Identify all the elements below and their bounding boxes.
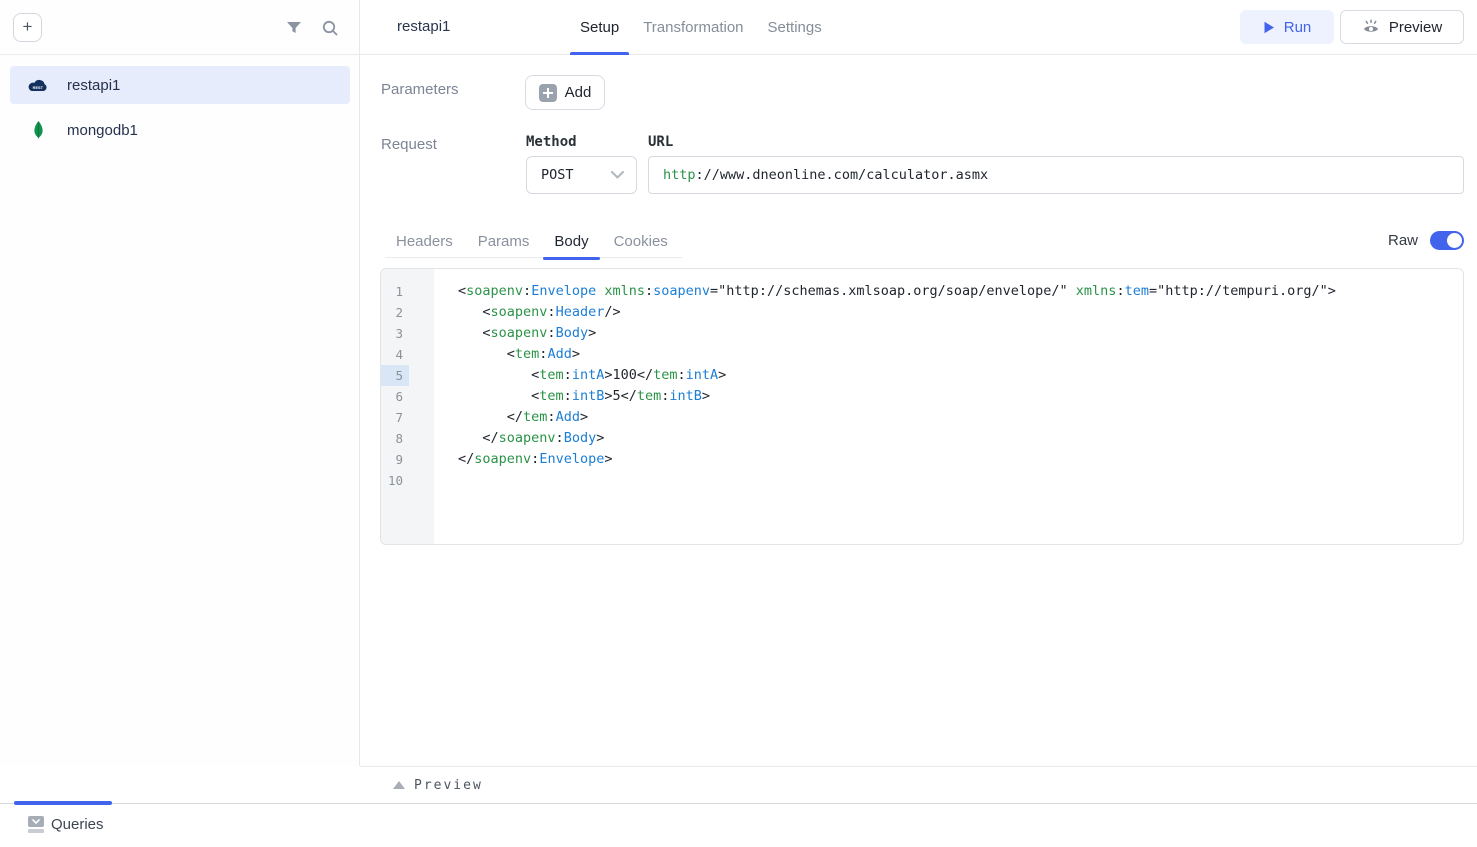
raw-label: Raw [1388, 232, 1418, 249]
toggle-knob [1447, 233, 1462, 248]
method-value: POST [541, 167, 611, 183]
request-label: Request [381, 136, 437, 153]
add-entity-button[interactable]: + [13, 13, 42, 42]
sidebar-item-label: restapi1 [67, 77, 120, 94]
sidebar: + REST restapi1 mongodb1 [0, 0, 360, 766]
line-number: 3 [381, 323, 409, 344]
line-number: 10 [381, 470, 409, 491]
sidebar-item-restapi1[interactable]: REST restapi1 [10, 66, 350, 104]
code-line[interactable]: </tem:Add> [458, 407, 1463, 428]
method-select[interactable]: POST [526, 156, 637, 194]
run-button[interactable]: Run [1240, 10, 1334, 44]
sidebar-item-label: mongodb1 [67, 122, 138, 139]
url-scheme: http [663, 167, 696, 183]
chevron-down-icon [611, 171, 624, 179]
code-line[interactable]: <tem:Add> [458, 344, 1463, 365]
sidebar-header: + [0, 0, 359, 55]
add-parameter-button[interactable]: Add [525, 75, 605, 110]
preview-button[interactable]: Preview [1340, 10, 1464, 44]
code-line[interactable]: <soapenv:Body> [458, 323, 1463, 344]
parameters-label: Parameters [381, 81, 459, 98]
url-input[interactable]: http://www.dneonline.com/calculator.asmx [648, 156, 1464, 194]
top-tab-strip: Setup Transformation Settings [570, 0, 836, 55]
svg-text:REST: REST [33, 85, 44, 89]
url-label: URL [648, 134, 673, 150]
tab-setup[interactable]: Setup [570, 0, 629, 55]
body-tab-strip: Headers Params Body Cookies [385, 224, 682, 258]
tab-transformation[interactable]: Transformation [633, 0, 753, 55]
tab-cookies[interactable]: Cookies [603, 224, 679, 258]
collapse-arrow-icon [393, 781, 405, 789]
tab-params[interactable]: Params [467, 224, 541, 258]
method-label: Method [526, 134, 577, 150]
line-number: 6 [381, 386, 409, 407]
bottom-bar: Queries [0, 803, 1477, 847]
preview-button-label: Preview [1389, 19, 1442, 36]
line-number: 9 [381, 449, 409, 470]
queries-tab-label: Queries [51, 816, 104, 833]
sidebar-item-mongodb1[interactable]: mongodb1 [10, 111, 350, 149]
line-number: 1 [381, 281, 409, 302]
line-number: 2 [381, 302, 409, 323]
tab-body[interactable]: Body [543, 224, 599, 258]
plus-icon [539, 84, 557, 102]
code-line[interactable]: <soapenv:Envelope xmlns:soapenv="http://… [458, 281, 1463, 302]
rest-api-cloud-icon: REST [27, 76, 49, 94]
search-icon[interactable] [321, 19, 339, 37]
main-panel: restapi1 Setup Transformation Settings R… [360, 0, 1477, 847]
body-code-editor[interactable]: 12345678910 <soapenv:Envelope xmlns:soap… [380, 268, 1464, 545]
tab-headers[interactable]: Headers [385, 224, 464, 258]
filter-icon[interactable] [285, 19, 303, 37]
code-line[interactable]: <soapenv:Header/> [458, 302, 1463, 323]
editor-code[interactable]: <soapenv:Envelope xmlns:soapenv="http://… [434, 269, 1463, 544]
play-icon [1263, 21, 1275, 34]
eye-icon [1362, 19, 1380, 35]
line-number: 5 [381, 365, 409, 386]
add-button-label: Add [565, 84, 592, 101]
page-title: restapi1 [397, 18, 450, 35]
code-line[interactable] [458, 470, 1463, 491]
preview-bar-label: Preview [414, 778, 483, 793]
run-button-label: Run [1284, 19, 1312, 36]
bottom-tab-queries[interactable]: Queries [28, 816, 104, 833]
mongodb-leaf-icon [27, 121, 49, 139]
preview-collapse-bar[interactable]: Preview [360, 766, 1477, 803]
queries-icon [28, 816, 44, 833]
raw-toggle-group: Raw [1388, 231, 1464, 250]
main-header: restapi1 Setup Transformation Settings R… [360, 0, 1477, 55]
line-number: 7 [381, 407, 409, 428]
editor-gutter: 12345678910 [381, 269, 434, 544]
code-line[interactable]: </soapenv:Body> [458, 428, 1463, 449]
line-number: 8 [381, 428, 409, 449]
line-number: 4 [381, 344, 409, 365]
tab-settings[interactable]: Settings [758, 0, 832, 55]
code-line[interactable]: </soapenv:Envelope> [458, 449, 1463, 470]
code-line[interactable]: <tem:intA>100</tem:intA> [458, 365, 1463, 386]
url-value: ://www.dneonline.com/calculator.asmx [696, 167, 989, 183]
code-line[interactable]: <tem:intB>5</tem:intB> [458, 386, 1463, 407]
active-bottom-tab-indicator [14, 801, 112, 805]
raw-toggle[interactable] [1430, 231, 1464, 250]
